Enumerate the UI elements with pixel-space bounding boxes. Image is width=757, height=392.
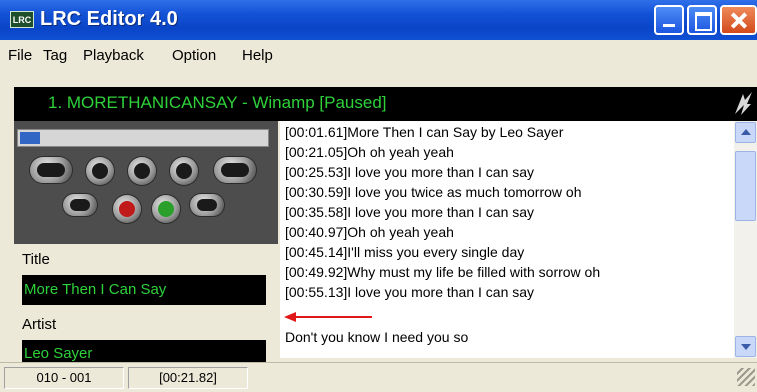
menu-playback[interactable]: Playback bbox=[83, 47, 144, 64]
red-arrow-icon bbox=[284, 312, 372, 322]
lyric-line[interactable]: Don't you know I need you so bbox=[285, 329, 468, 345]
status-line-position: 010 - 001 bbox=[4, 367, 124, 389]
lyric-line[interactable]: [00:55.13]I love you more than I can say bbox=[285, 284, 534, 300]
scroll-down-button[interactable] bbox=[735, 336, 756, 357]
pause-button[interactable] bbox=[128, 157, 156, 185]
maximize-button[interactable] bbox=[687, 5, 717, 35]
next-button[interactable] bbox=[214, 157, 256, 183]
resize-grip-icon[interactable] bbox=[737, 368, 755, 386]
play-button[interactable] bbox=[86, 157, 114, 185]
menu-file[interactable]: File bbox=[8, 47, 32, 64]
artist-field[interactable]: Leo Sayer bbox=[22, 340, 266, 362]
record-button[interactable] bbox=[113, 195, 141, 223]
now-playing-bar: 1. MORETHANICANSAY - Winamp [Paused] bbox=[14, 87, 757, 121]
lyric-line[interactable]: [00:49.92]Why must my life be filled wit… bbox=[285, 264, 600, 280]
title-field[interactable]: More Then I Can Say bbox=[22, 275, 266, 305]
previous-button[interactable] bbox=[30, 157, 72, 183]
seek-bar[interactable] bbox=[17, 129, 269, 147]
lyric-line[interactable]: [00:45.14]I'll miss you every single day bbox=[285, 244, 524, 260]
menu-tag[interactable]: Tag bbox=[43, 47, 67, 64]
status-time: [00:21.82] bbox=[128, 367, 248, 389]
lyric-line[interactable]: [00:01.61]More Then I can Say by Leo Say… bbox=[285, 124, 563, 140]
winamp-logo-icon bbox=[735, 92, 752, 115]
lyric-line[interactable]: [00:21.05]Oh oh yeah yeah bbox=[285, 144, 454, 160]
status-bar: 010 - 001 [00:21.82] bbox=[0, 362, 757, 392]
lyrics-scrollbar[interactable] bbox=[734, 121, 757, 358]
lrc-app-icon: LRC bbox=[10, 11, 34, 28]
forward-button[interactable] bbox=[190, 194, 224, 216]
app-window: LRC LRC Editor 4.0 File Tag Playback Opt… bbox=[0, 0, 757, 392]
lyric-line[interactable]: [00:35.58]I love you more than I can say bbox=[285, 204, 534, 220]
menu-bar: File Tag Playback Option Help bbox=[0, 40, 757, 72]
stop-button[interactable] bbox=[170, 157, 198, 185]
window-title: LRC Editor 4.0 bbox=[40, 8, 178, 30]
artist-label: Artist bbox=[22, 316, 57, 333]
lyric-line[interactable]: [00:25.53]I love you more than I can say bbox=[285, 164, 534, 180]
tag-time-button[interactable] bbox=[152, 195, 180, 223]
close-button[interactable] bbox=[720, 5, 757, 35]
lyric-line[interactable]: [00:30.59]I love you twice as much tomor… bbox=[285, 184, 581, 200]
title-bar[interactable]: LRC LRC Editor 4.0 bbox=[0, 0, 757, 40]
menu-help[interactable]: Help bbox=[242, 47, 273, 64]
minimize-button[interactable] bbox=[654, 5, 684, 35]
menu-option[interactable]: Option bbox=[172, 47, 216, 64]
seek-position[interactable] bbox=[20, 132, 40, 144]
scroll-up-button[interactable] bbox=[735, 122, 756, 143]
lyric-line[interactable]: [00:40.97]Oh oh yeah yeah bbox=[285, 224, 454, 240]
now-playing-text: 1. MORETHANICANSAY - Winamp [Paused] bbox=[48, 93, 387, 112]
rewind-button[interactable] bbox=[63, 194, 97, 216]
scroll-thumb[interactable] bbox=[735, 151, 756, 221]
title-label: Title bbox=[22, 251, 50, 268]
